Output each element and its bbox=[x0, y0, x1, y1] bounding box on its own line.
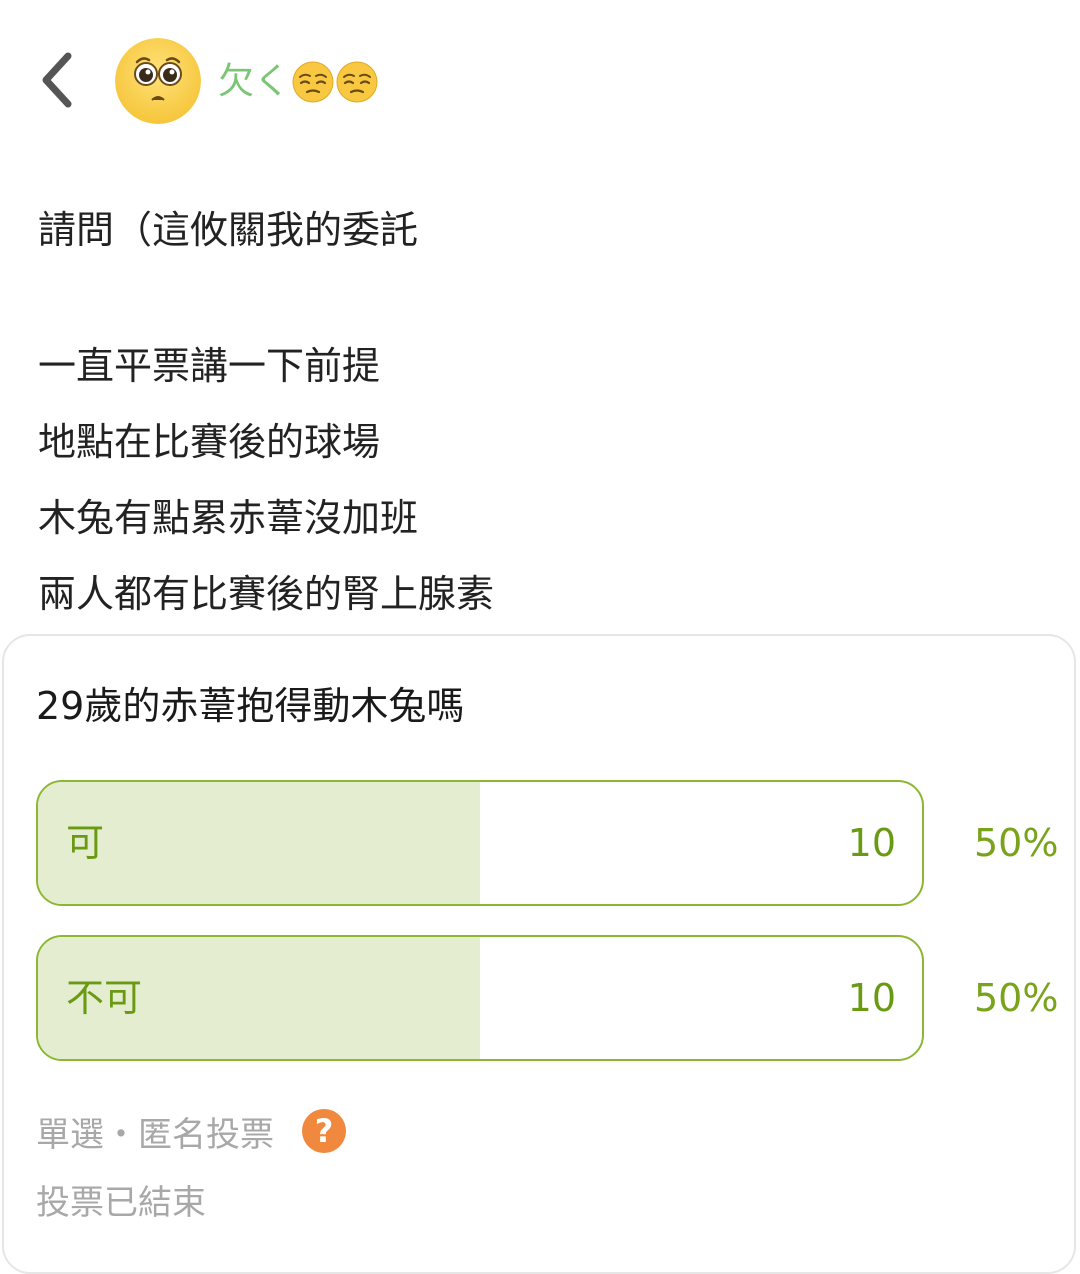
poll-option-count: 10 bbox=[847, 976, 896, 1020]
poll-option-yes[interactable]: 可 10 bbox=[36, 780, 924, 906]
author-info[interactable]: 欠く bbox=[218, 56, 378, 108]
poll-type-label: 單選・匿名投票 bbox=[36, 1114, 274, 1155]
pleading-face-icon bbox=[115, 38, 201, 124]
poll-question: 29歲的赤葦抱得動木兔嗎 bbox=[36, 684, 465, 728]
poll-option-result-bar bbox=[38, 782, 480, 904]
post-line: 兩人都有比賽後的腎上腺素 bbox=[38, 572, 495, 616]
post-line: 地點在比賽後的球場 bbox=[38, 420, 381, 464]
poll-meta: 單選・匿名投票 ? bbox=[36, 1106, 346, 1156]
poll-option-percent: 50% bbox=[974, 821, 1059, 865]
question-mark-icon[interactable]: ? bbox=[302, 1109, 346, 1153]
poll-option-label: 可 bbox=[66, 821, 105, 865]
poll-status: 投票已結束 bbox=[36, 1183, 206, 1223]
chevron-left-icon bbox=[42, 52, 72, 108]
poll-card: 29歲的赤葦抱得動木兔嗎 可 10 50% 不可 10 50% 單選・匿名投票 … bbox=[2, 634, 1076, 1274]
relieved-face-icon bbox=[336, 61, 378, 103]
post-line: 請問（這攸關我的委託 bbox=[38, 208, 419, 252]
post-line: 木兔有點累赤葦沒加班 bbox=[38, 496, 419, 540]
poll-option-no[interactable]: 不可 10 bbox=[36, 935, 924, 1061]
back-button[interactable] bbox=[30, 44, 86, 116]
author-name[interactable]: 欠く bbox=[218, 56, 290, 108]
post-header: 欠く bbox=[0, 0, 1080, 160]
post-line: 一直平票講一下前提 bbox=[38, 344, 381, 388]
poll-option-label: 不可 bbox=[66, 976, 143, 1020]
poll-option-count: 10 bbox=[847, 821, 896, 865]
author-avatar[interactable] bbox=[115, 38, 201, 124]
poll-option-percent: 50% bbox=[974, 976, 1059, 1020]
relieved-face-icon bbox=[292, 61, 334, 103]
